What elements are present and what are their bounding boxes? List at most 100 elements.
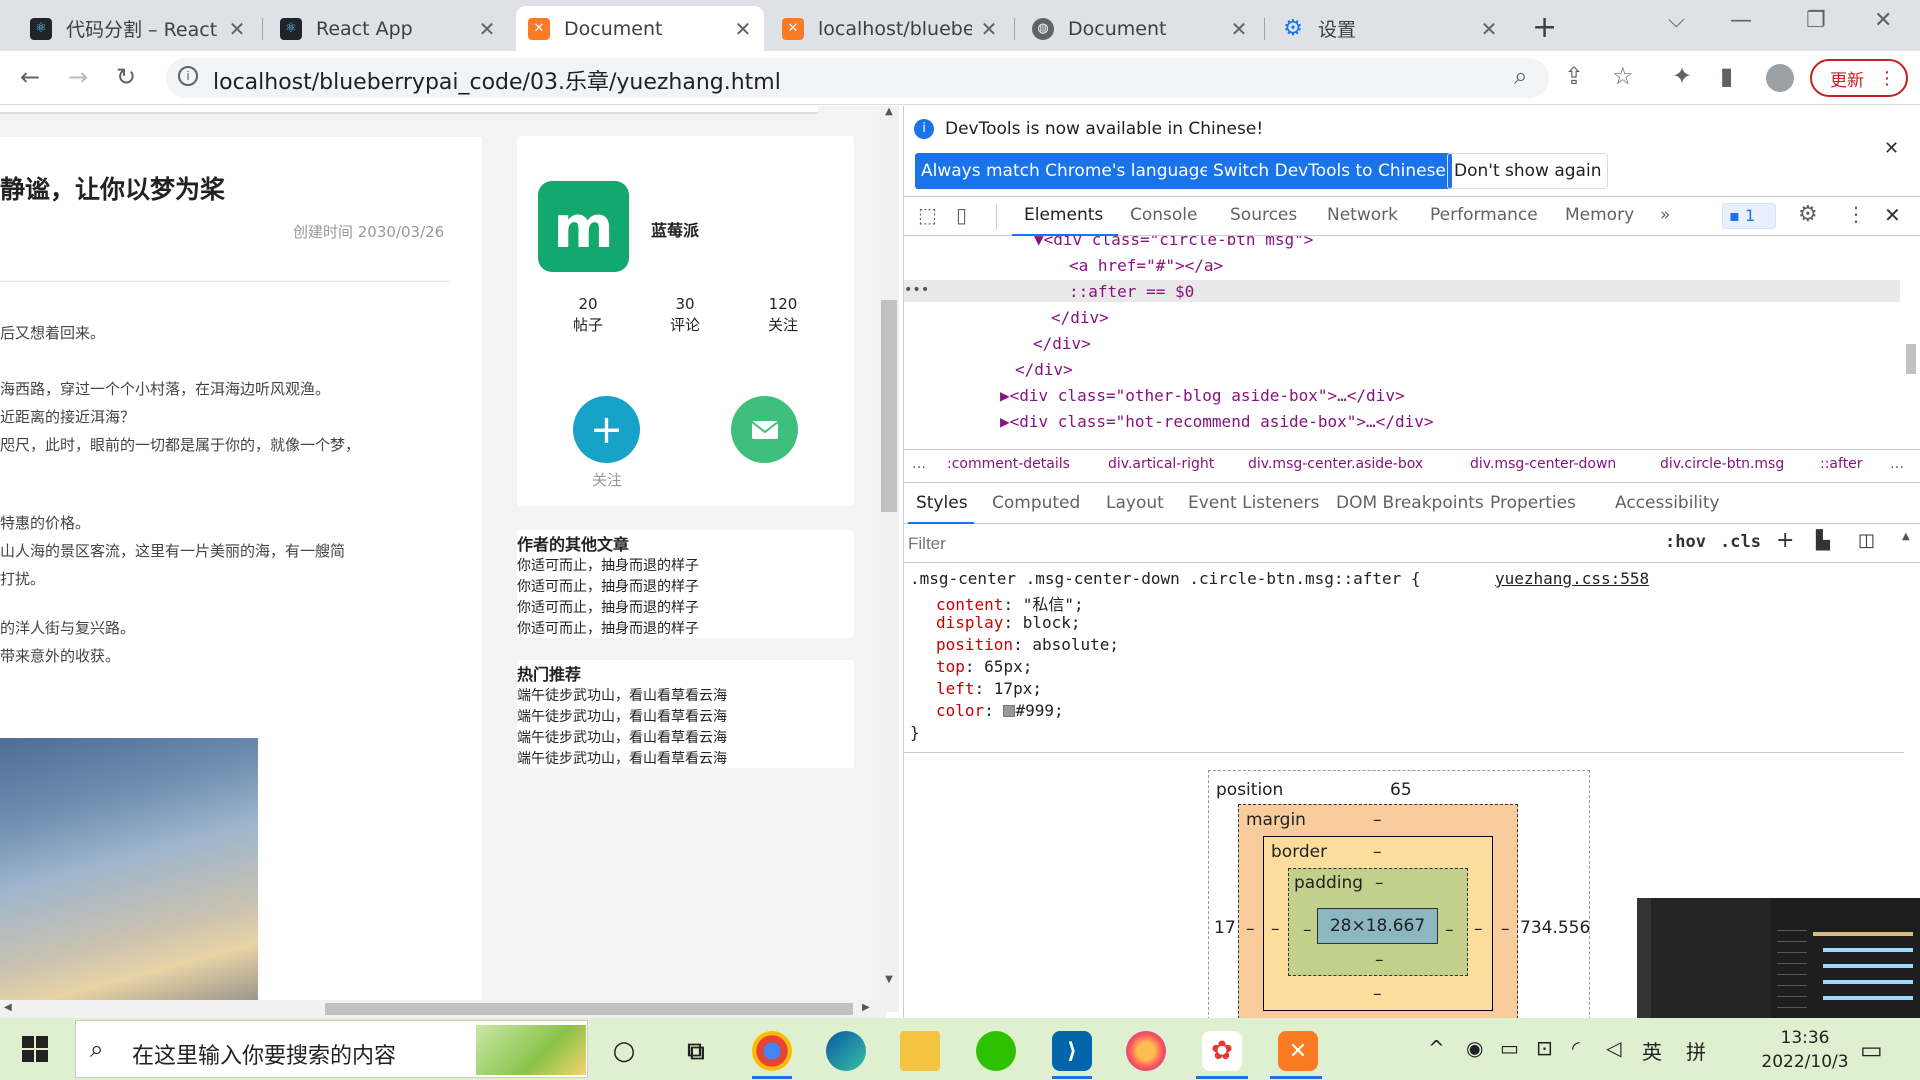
- task-view-icon[interactable]: ⧉: [676, 1031, 716, 1071]
- tab-accessibility[interactable]: Accessibility: [1615, 493, 1720, 513]
- other-blog-item[interactable]: 你适可而止，抽身而退的样子: [517, 598, 854, 619]
- color-swatch[interactable]: [1003, 705, 1016, 717]
- tab-network[interactable]: Network: [1327, 205, 1398, 225]
- other-blog-item[interactable]: 你适可而止，抽身而退的样子: [517, 556, 854, 577]
- cortana-icon[interactable]: ○: [604, 1031, 644, 1071]
- box-padding-left[interactable]: –: [1303, 920, 1312, 940]
- settings-gear-icon[interactable]: ⚙: [1798, 202, 1818, 227]
- tab-properties[interactable]: Properties: [1490, 493, 1576, 513]
- network-status-icon[interactable]: ⊡: [1536, 1036, 1553, 1060]
- css-selector[interactable]: .msg-center .msg-center-down .circle-btn…: [910, 569, 1421, 588]
- tab-document[interactable]: ◍ Document ✕: [1020, 6, 1260, 51]
- share-icon[interactable]: ⇪: [1564, 62, 1584, 90]
- box-position-left[interactable]: 17: [1214, 918, 1236, 938]
- page-horizontal-scroll-thumb[interactable]: [325, 1003, 853, 1015]
- box-border[interactable]: border – – – – padding – – – – 28×18.667: [1263, 836, 1493, 1011]
- author-logo[interactable]: m: [538, 181, 629, 272]
- dom-node[interactable]: ▶<div class="hot-recommend aside-box">…<…: [1000, 412, 1433, 431]
- extensions-icon[interactable]: ✦: [1672, 62, 1692, 90]
- tab-event-listeners[interactable]: Event Listeners: [1188, 493, 1319, 513]
- box-border-bottom[interactable]: –: [1373, 984, 1382, 1004]
- tab-document-active[interactable]: ✕ Document ✕: [516, 6, 764, 51]
- tab-search-chevron-icon[interactable]: ⌵: [1668, 8, 1685, 33]
- tray-expand-icon[interactable]: ^: [1428, 1036, 1445, 1060]
- css-declaration[interactable]: content: "私信";: [936, 591, 1084, 615]
- tab-layout[interactable]: Layout: [1106, 493, 1164, 513]
- app-flower-icon[interactable]: ✿: [1202, 1031, 1242, 1071]
- tab-performance[interactable]: Performance: [1430, 205, 1538, 225]
- scroll-right-arrow-icon[interactable]: ▶: [862, 1002, 870, 1013]
- new-rule-icon[interactable]: +: [1776, 528, 1794, 553]
- page-vertical-scrollbar[interactable]: ▲ ▼: [879, 106, 899, 1012]
- scroll-left-arrow-icon[interactable]: ◀: [4, 1002, 12, 1013]
- tab-react-split[interactable]: ⚛ 代码分割 – React ✕: [18, 6, 258, 51]
- box-padding[interactable]: padding – – – – 28×18.667: [1288, 868, 1468, 976]
- taskbar-search-box[interactable]: ⌕ 在这里输入你要搜索的内容: [75, 1020, 588, 1078]
- close-icon[interactable]: ✕: [1480, 17, 1498, 41]
- new-tab-button[interactable]: +: [1532, 10, 1557, 45]
- always-match-language-button[interactable]: Always match Chrome's language: [915, 153, 1216, 189]
- other-blog-item[interactable]: 你适可而止，抽身而退的样子: [517, 619, 854, 640]
- page-horizontal-scrollbar[interactable]: ◀ ▶: [0, 1000, 886, 1018]
- box-border-top[interactable]: –: [1373, 842, 1382, 862]
- page-vertical-scroll-thumb[interactable]: [881, 300, 897, 512]
- close-icon[interactable]: ✕: [478, 17, 496, 41]
- minimize-button[interactable]: —: [1730, 8, 1752, 33]
- dom-node[interactable]: </div>: [1033, 334, 1091, 353]
- restore-button[interactable]: ❐: [1806, 8, 1826, 33]
- tab-elements[interactable]: Elements: [1024, 205, 1103, 225]
- scroll-up-arrow-icon[interactable]: ▲: [879, 106, 899, 117]
- issues-badge[interactable]: ▪ 1: [1722, 203, 1776, 229]
- vscode-preview-thumbnail[interactable]: [1637, 898, 1920, 1020]
- scroll-up-arrow-icon[interactable]: ▲: [1902, 531, 1910, 542]
- dom-node[interactable]: <a href="#"></a>: [1069, 256, 1223, 275]
- box-padding-top[interactable]: –: [1375, 873, 1384, 893]
- ellipsis-icon[interactable]: •••: [904, 282, 929, 298]
- zoom-icon[interactable]: ⌕: [1514, 62, 1527, 90]
- dom-node[interactable]: ▼<div class="circle-btn msg">: [1034, 236, 1313, 249]
- breadcrumb-item[interactable]: div.msg-center-down: [1470, 456, 1616, 472]
- other-blog-item[interactable]: 你适可而止，抽身而退的样子: [517, 577, 854, 598]
- dom-node[interactable]: </div>: [1015, 360, 1073, 379]
- message-button[interactable]: [731, 396, 798, 463]
- breadcrumb-more-icon[interactable]: …: [912, 456, 926, 472]
- box-content[interactable]: 28×18.667: [1317, 908, 1438, 944]
- file-explorer-icon[interactable]: [900, 1031, 940, 1071]
- box-position-top[interactable]: 65: [1390, 780, 1412, 800]
- more-tabs-icon[interactable]: »: [1660, 205, 1670, 225]
- close-icon[interactable]: ✕: [980, 17, 998, 41]
- wechat-icon[interactable]: [976, 1031, 1016, 1071]
- breadcrumb-item[interactable]: div.artical-right: [1108, 456, 1214, 472]
- windows-start-icon[interactable]: [22, 1036, 48, 1062]
- breadcrumb-overflow-icon[interactable]: …: [1890, 456, 1904, 472]
- close-window-button[interactable]: ✕: [1874, 8, 1892, 33]
- dom-tree-scrollbar[interactable]: [1900, 236, 1920, 444]
- box-padding-right[interactable]: –: [1445, 920, 1454, 940]
- scroll-down-arrow-icon[interactable]: ▼: [879, 974, 899, 985]
- tab-sources[interactable]: Sources: [1230, 205, 1297, 225]
- box-position-right[interactable]: 734.556: [1520, 918, 1590, 938]
- vscode-icon[interactable]: ⟩: [1052, 1031, 1092, 1071]
- switch-devtools-chinese-button[interactable]: Switch DevTools to Chinese: [1207, 153, 1452, 189]
- tab-settings[interactable]: ⚙ 设置 ✕: [1270, 6, 1510, 51]
- box-padding-bottom[interactable]: –: [1375, 950, 1384, 970]
- dom-node-pseudo[interactable]: ::after == $0: [1069, 282, 1194, 301]
- box-margin[interactable]: margin – – – border – – – – padding – – …: [1238, 804, 1518, 1044]
- device-toolbar-icon[interactable]: ▯: [956, 203, 967, 227]
- hot-recommend-item[interactable]: 端午徒步武功山，看山看草看云海: [517, 728, 854, 749]
- css-declaration[interactable]: display: block;: [936, 613, 1081, 632]
- dom-node[interactable]: </div>: [1051, 308, 1109, 327]
- tab-localhost[interactable]: ✕ localhost/blueberr ✕: [770, 6, 1010, 51]
- clock[interactable]: 13:36 2022/10/3: [1760, 1026, 1850, 1074]
- hot-recommend-item[interactable]: 端午徒步武功山，看山看草看云海: [517, 686, 854, 707]
- profile-avatar[interactable]: [1766, 64, 1794, 92]
- hot-recommend-item[interactable]: 端午徒步武功山，看山看草看云海: [517, 749, 854, 770]
- breadcrumb-item[interactable]: div.circle-btn.msg: [1660, 456, 1784, 472]
- box-margin-right[interactable]: –: [1501, 919, 1510, 939]
- breadcrumb-item[interactable]: div.msg-center.aside-box: [1248, 456, 1423, 472]
- follow-button[interactable]: +: [573, 396, 640, 463]
- forward-icon[interactable]: →: [68, 63, 88, 91]
- box-border-right[interactable]: –: [1474, 919, 1483, 939]
- css-declaration[interactable]: left: 17px;: [936, 679, 1042, 698]
- ime-language[interactable]: 英: [1642, 1036, 1662, 1065]
